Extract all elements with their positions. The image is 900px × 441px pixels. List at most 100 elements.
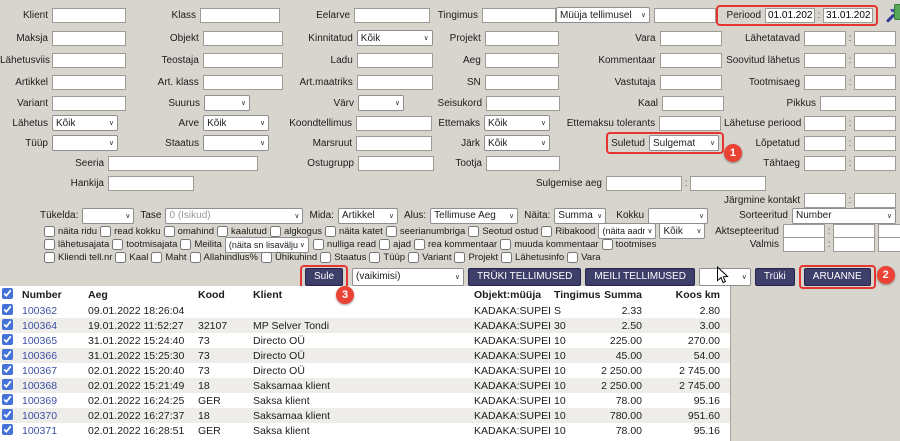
tase-select[interactable]: 0 (Isikud) xyxy=(165,208,303,224)
alus-select[interactable]: Tellimuse Aeg xyxy=(430,208,518,224)
meilita-checkbox[interactable] xyxy=(180,239,191,250)
lopetatud-from-input[interactable] xyxy=(804,136,846,151)
order-link[interactable]: 100366 xyxy=(22,350,57,362)
ettemaksu-tolerants-input[interactable] xyxy=(659,116,721,131)
tootmisajata-checkbox[interactable] xyxy=(112,239,123,250)
kokku-select[interactable] xyxy=(648,208,708,224)
kliendi-tellnr-option[interactable]: Kliendi tell.nr xyxy=(44,252,112,263)
rea-kommentaar-option[interactable]: rea kommentaar xyxy=(414,239,497,250)
naita-ridu-checkbox[interactable] xyxy=(44,226,55,237)
row-checkbox[interactable] xyxy=(2,304,13,315)
naita-aadress-select[interactable]: (näita aadress) xyxy=(598,223,656,239)
row-checkbox[interactable] xyxy=(2,394,13,405)
kaal-checkbox[interactable] xyxy=(115,252,126,263)
select-all-checkbox[interactable] xyxy=(2,288,13,299)
kinnitatud-select[interactable]: Kõik xyxy=(357,30,433,46)
lopetatud-to-input[interactable] xyxy=(854,136,896,151)
jark-select[interactable]: Kõik xyxy=(484,135,550,151)
uhikuhind-option[interactable]: Ühikuhind xyxy=(261,252,317,263)
tahtaeg-from-input[interactable] xyxy=(804,156,846,171)
eelarve-input[interactable] xyxy=(354,8,430,23)
koondtellimus-input[interactable] xyxy=(356,116,432,131)
allahindlus-option[interactable]: Allahindlus% xyxy=(190,252,258,263)
suletud-select[interactable]: Sulgemat xyxy=(649,135,719,151)
periood-to-input[interactable] xyxy=(823,8,873,23)
variant-option[interactable]: Variant xyxy=(408,252,451,263)
seerianumbriga-option[interactable]: seerianumbriga xyxy=(386,226,465,237)
allahindlus-checkbox[interactable] xyxy=(190,252,201,263)
omahind-checkbox[interactable] xyxy=(164,226,175,237)
ribakood-koik-select[interactable]: Kõik xyxy=(659,223,705,239)
arve-select[interactable]: Kõik xyxy=(203,115,269,131)
tuup-checkbox[interactable] xyxy=(369,252,380,263)
help-edge-icon[interactable] xyxy=(894,4,900,20)
jargmine-kontakt-from-input[interactable] xyxy=(804,193,846,208)
tahtaeg-to-input[interactable] xyxy=(854,156,896,171)
kaalutud-checkbox[interactable] xyxy=(217,226,228,237)
ribakood-checkbox[interactable] xyxy=(541,226,552,237)
order-link[interactable]: 100362 xyxy=(22,305,57,317)
tootmisaeg-to-input[interactable] xyxy=(854,75,896,90)
algkogus-option[interactable]: algkogus xyxy=(270,226,322,237)
nulliga-read-option[interactable]: nulliga read xyxy=(313,239,376,250)
nulliga-read-checkbox[interactable] xyxy=(313,239,324,250)
lahetuse-periood-from-input[interactable] xyxy=(804,116,846,131)
staatus-select[interactable] xyxy=(203,135,269,151)
jargmine-kontakt-to-input[interactable] xyxy=(854,193,896,208)
soovitud-lahetus-to-input[interactable] xyxy=(854,53,896,68)
sorteeritud-select[interactable]: Number xyxy=(792,208,896,224)
valmis-to-input[interactable] xyxy=(833,237,875,252)
lahetusajata-option[interactable]: lähetusajata xyxy=(44,239,109,250)
ettemaks-select[interactable]: Kõik xyxy=(484,115,550,131)
sulgemise-aeg-to-input[interactable] xyxy=(690,176,766,191)
order-link[interactable]: 100364 xyxy=(22,320,57,332)
naita-sn-lisavalju-select[interactable]: (näita sn lisavälju) xyxy=(225,237,309,253)
soovitud-lahetus-from-input[interactable] xyxy=(804,53,846,68)
variant-input[interactable] xyxy=(52,96,126,111)
lahetusviis-input[interactable] xyxy=(52,53,126,68)
order-link[interactable]: 100367 xyxy=(22,365,57,377)
aruanne-button[interactable]: ARUANNE xyxy=(804,268,871,286)
order-link[interactable]: 100365 xyxy=(22,335,57,347)
print-preset-select[interactable]: (vaikimisi) xyxy=(352,268,464,286)
omahind-option[interactable]: omahind xyxy=(164,226,214,237)
ostugrupp-input[interactable] xyxy=(358,156,434,171)
ribakood-option[interactable]: Ribakood xyxy=(541,226,595,237)
row-checkbox[interactable] xyxy=(2,364,13,375)
aeg-input[interactable] xyxy=(485,53,559,68)
muuja-tellimusel-select[interactable]: Müüja tellimusel xyxy=(556,7,650,23)
lahetusajata-checkbox[interactable] xyxy=(44,239,55,250)
maht-checkbox[interactable] xyxy=(151,252,162,263)
row-checkbox[interactable] xyxy=(2,319,13,330)
lahetusinfo-option[interactable]: Lähetusinfo xyxy=(501,252,564,263)
read-kokku-checkbox[interactable] xyxy=(100,226,111,237)
naita-katet-option[interactable]: näita katet xyxy=(325,226,383,237)
artikkel-input[interactable] xyxy=(52,75,126,90)
tootmisajata-option[interactable]: tootmisajata xyxy=(112,239,177,250)
sule-button[interactable]: Sule xyxy=(305,268,343,286)
order-link[interactable]: 100368 xyxy=(22,380,57,392)
varv-select[interactable] xyxy=(358,95,404,111)
tootmises-option[interactable]: tootmises xyxy=(602,239,657,250)
algkogus-checkbox[interactable] xyxy=(270,226,281,237)
naita-ridu-option[interactable]: näita ridu xyxy=(44,226,97,237)
row-checkbox[interactable] xyxy=(2,334,13,345)
meilita-option[interactable]: Meilita xyxy=(180,239,221,250)
ajad-option[interactable]: ajad xyxy=(379,239,411,250)
ladu-input[interactable] xyxy=(357,53,433,68)
truki-tellimused-button[interactable]: TRÜKI TELLIMUSED xyxy=(468,268,581,286)
maksja-input[interactable] xyxy=(52,31,126,46)
lahetus-select[interactable]: Kõik xyxy=(52,115,118,131)
sulgemise-aeg-from-input[interactable] xyxy=(606,176,682,191)
klient-input[interactable] xyxy=(52,8,126,23)
meili-tellimused-button[interactable]: MEILI TELLIMUSED xyxy=(585,268,695,286)
variant-checkbox[interactable] xyxy=(408,252,419,263)
muuda-kommentaar-checkbox[interactable] xyxy=(500,239,511,250)
seisukord-input[interactable] xyxy=(486,96,560,111)
projekt-input[interactable] xyxy=(485,31,559,46)
hankija-input[interactable] xyxy=(108,176,194,191)
klass-input[interactable] xyxy=(200,8,280,23)
sn-input[interactable] xyxy=(485,75,559,90)
lahetatavad-from-input[interactable] xyxy=(804,31,846,46)
ajad-checkbox[interactable] xyxy=(379,239,390,250)
